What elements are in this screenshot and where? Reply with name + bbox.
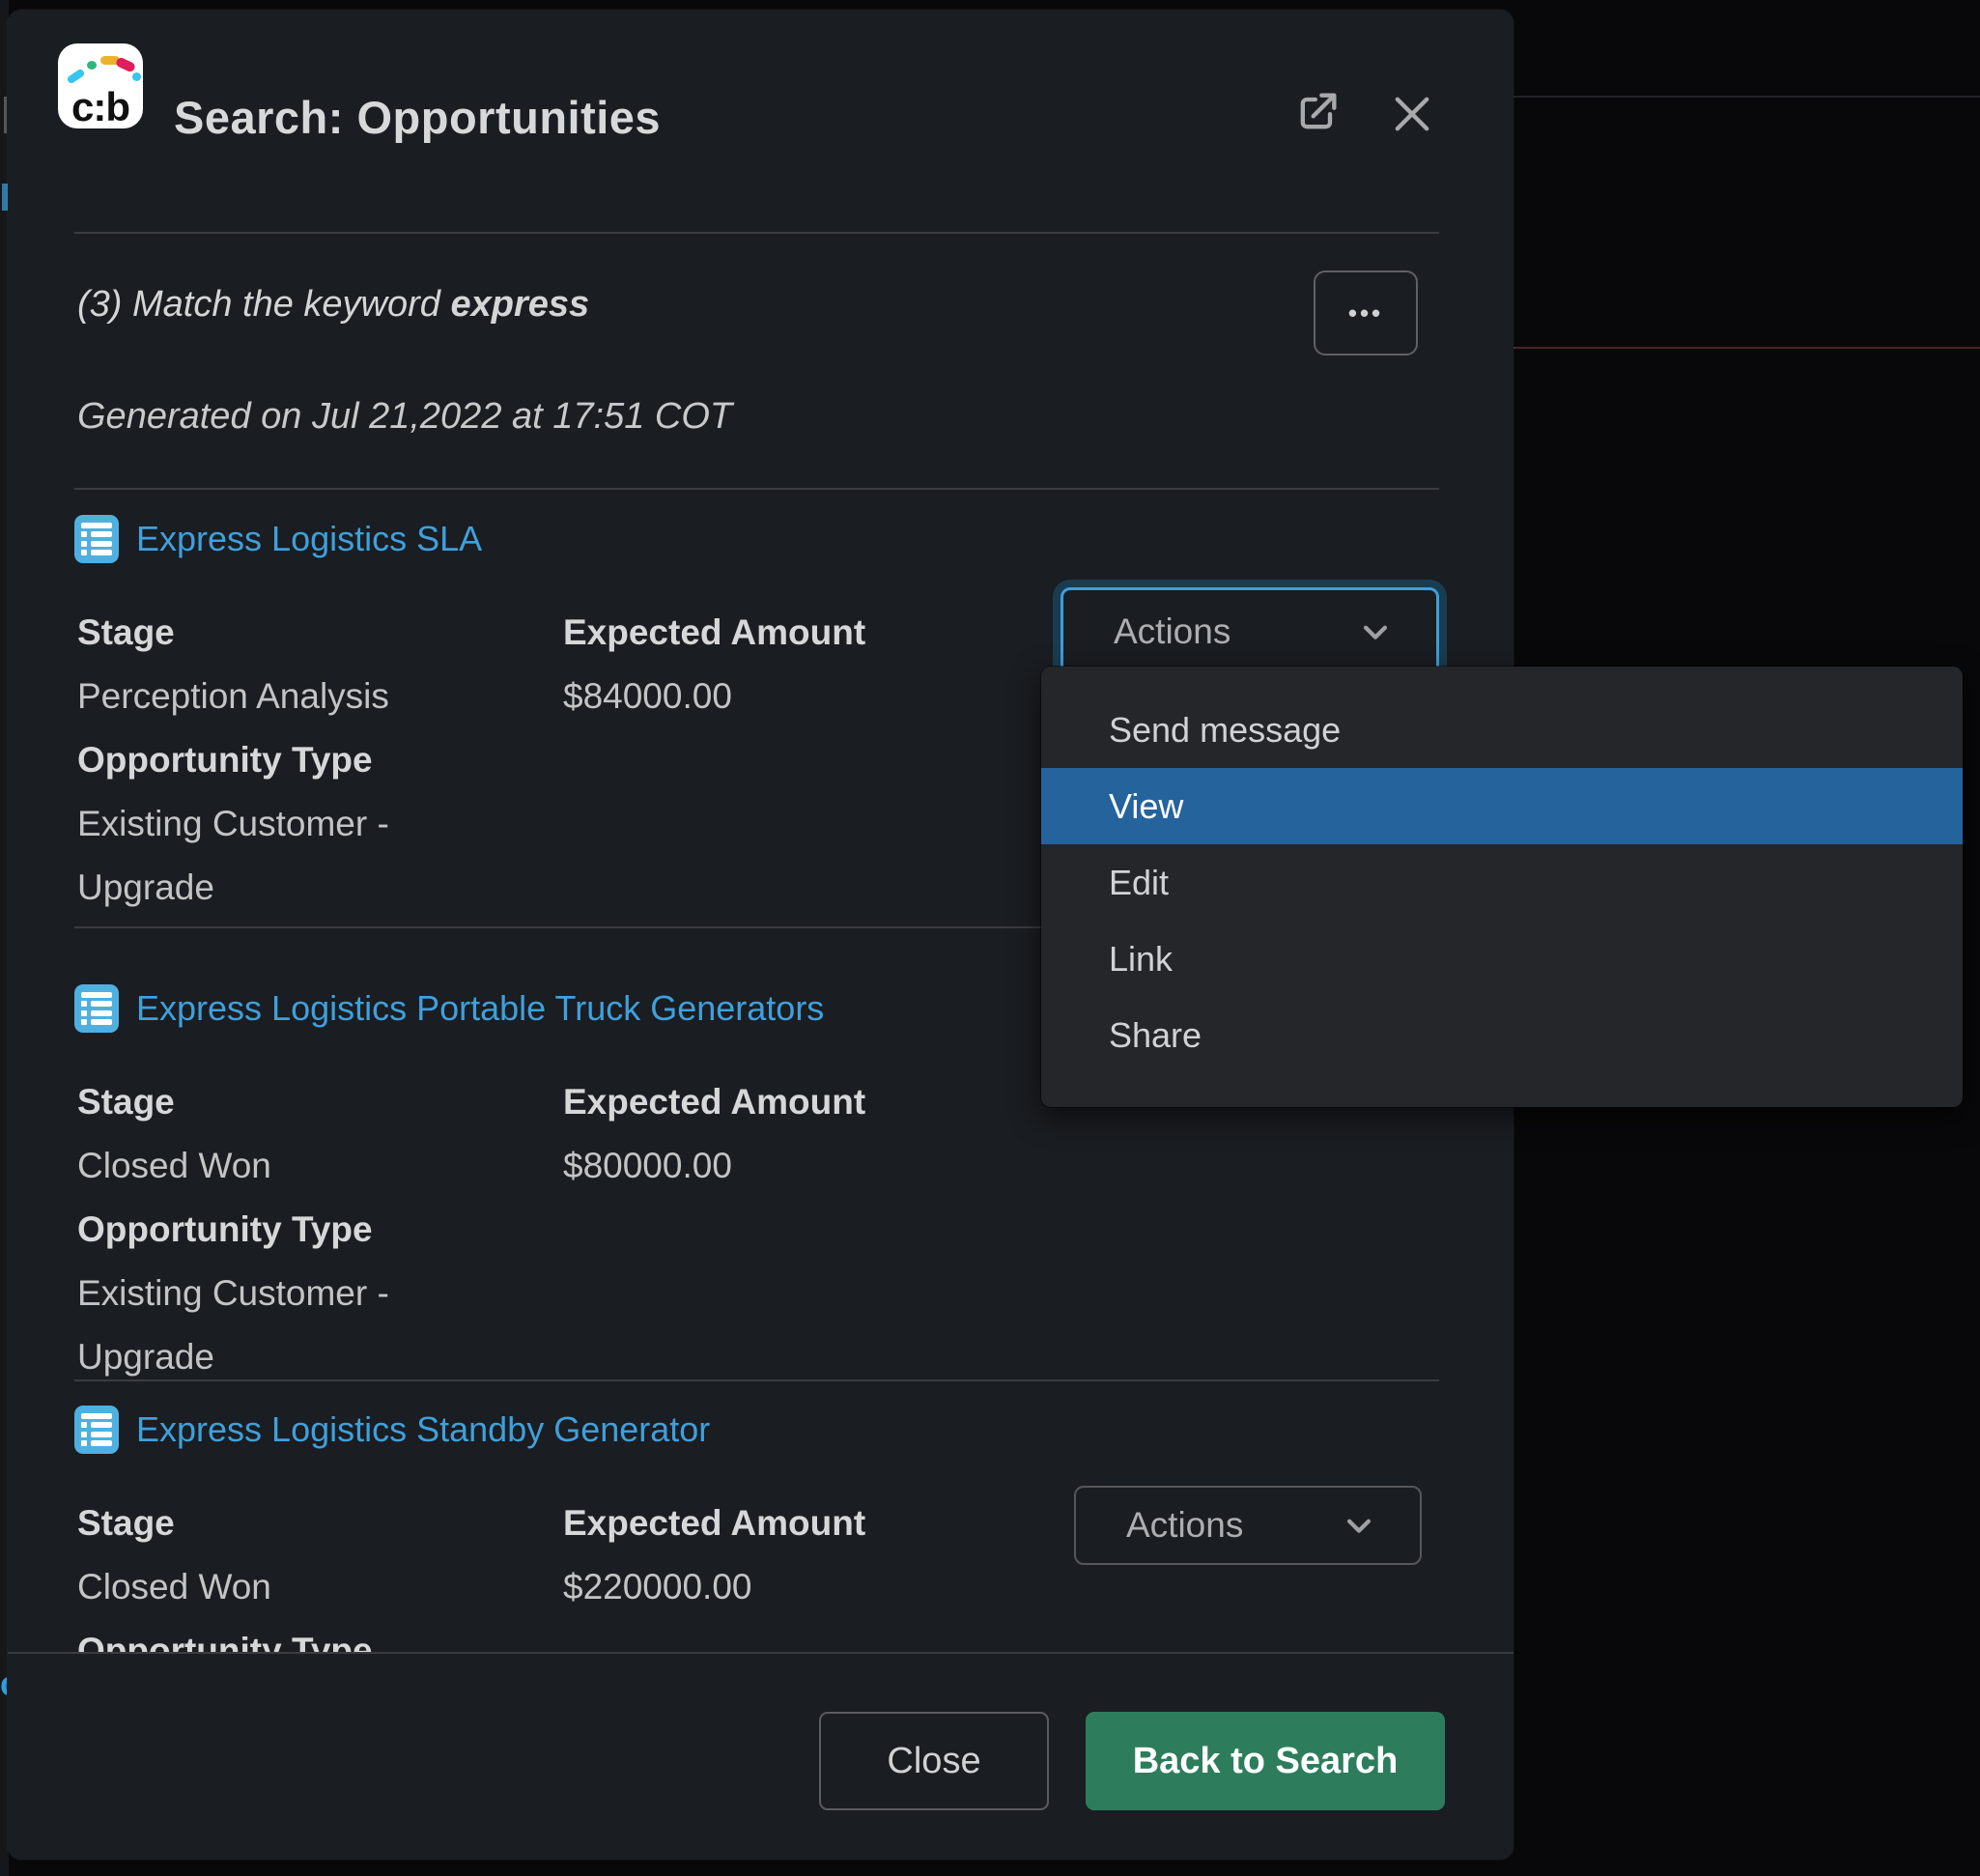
back-to-search-button[interactable]: Back to Search <box>1086 1712 1445 1810</box>
field-label-opportunity-type: Opportunity Type <box>77 728 531 792</box>
record-link-express-logistics-portable-truck-generators[interactable]: Express Logistics Portable Truck Generat… <box>74 984 824 1033</box>
field-label-expected-amount: Expected Amount <box>563 1492 865 1555</box>
field-label-expected-amount: Expected Amount <box>563 1070 865 1134</box>
logo-dot-green <box>87 61 97 70</box>
more-options-button[interactable]: ••• <box>1314 270 1418 355</box>
menu-item-share[interactable]: Share <box>1041 997 1963 1073</box>
menu-item-view[interactable]: View <box>1041 768 1963 844</box>
actions-label: Actions <box>1114 611 1230 652</box>
page-title: Search: Opportunities <box>174 91 661 144</box>
logo-dash-blue <box>66 68 85 84</box>
header-divider <box>74 232 1439 234</box>
field-value-stage: Closed Won <box>77 1555 531 1619</box>
record-link-express-logistics-standby-generator[interactable]: Express Logistics Standby Generator <box>74 1406 710 1454</box>
app-logo: c:b <box>58 43 143 128</box>
menu-item-link[interactable]: Link <box>1041 921 1963 997</box>
open-external-icon[interactable] <box>1292 87 1343 137</box>
record-fields: Stage Perception Analysis Opportunity Ty… <box>77 601 865 920</box>
menu-item-edit[interactable]: Edit <box>1041 844 1963 921</box>
field-value-expected-amount: $80000.00 <box>563 1134 865 1198</box>
chevron-down-icon <box>1343 1509 1375 1542</box>
field-value-opportunity-type: Existing Customer - Upgrade <box>77 792 531 920</box>
record-list-icon <box>74 984 119 1033</box>
section-divider <box>74 1379 1439 1381</box>
section-divider <box>74 488 1439 490</box>
logo-dot-blue <box>132 72 141 81</box>
query-prefix: (3) Match the keyword <box>77 284 440 325</box>
query-summary: (3) Match the keyword express <box>77 284 589 326</box>
background-divider <box>1507 347 1980 349</box>
background-divider <box>1507 96 1980 98</box>
chevron-down-icon <box>1359 615 1392 648</box>
logo-text: c:b <box>58 84 143 130</box>
record-title-link[interactable]: Express Logistics Standby Generator <box>136 1409 710 1450</box>
close-icon[interactable] <box>1387 89 1437 139</box>
field-label-stage: Stage <box>77 1070 531 1134</box>
record-fields: Stage Closed Won Opportunity Type Existi… <box>77 1070 865 1389</box>
record-link-express-logistics-sla[interactable]: Express Logistics SLA <box>74 515 482 563</box>
actions-label: Actions <box>1126 1505 1243 1546</box>
field-label-stage: Stage <box>77 601 531 665</box>
actions-dropdown-record-1[interactable]: Actions <box>1061 587 1439 676</box>
field-value-stage: Closed Won <box>77 1134 531 1198</box>
field-value-opportunity-type: Existing Customer - Upgrade <box>77 1262 531 1389</box>
field-value-stage: Perception Analysis <box>77 665 531 728</box>
actions-menu: Send message View Edit Link Share <box>1041 667 1963 1107</box>
generated-timestamp: Generated on Jul 21,2022 at 17:51 COT <box>77 396 732 438</box>
record-title-link[interactable]: Express Logistics SLA <box>136 519 482 559</box>
logo-dash-red <box>115 56 136 73</box>
actions-dropdown-record-3[interactable]: Actions <box>1074 1486 1422 1565</box>
query-keyword: express <box>450 284 589 325</box>
field-label-stage: Stage <box>77 1492 531 1555</box>
background-fragment: c <box>0 1663 7 1706</box>
record-list-icon <box>74 515 119 563</box>
background-fragment <box>4 97 7 133</box>
field-value-expected-amount: $220000.00 <box>563 1555 865 1619</box>
field-label-opportunity-type: Opportunity Type <box>77 1198 531 1262</box>
ellipsis-icon: ••• <box>1348 298 1383 328</box>
record-list-icon <box>74 1406 119 1454</box>
field-label-expected-amount: Expected Amount <box>563 601 865 665</box>
modal-footer: Close Back to Search <box>8 1652 1513 1860</box>
field-value-expected-amount: $84000.00 <box>563 665 865 728</box>
menu-item-send-message[interactable]: Send message <box>1041 692 1963 768</box>
close-button[interactable]: Close <box>819 1712 1049 1810</box>
record-title-link[interactable]: Express Logistics Portable Truck Generat… <box>136 988 824 1029</box>
